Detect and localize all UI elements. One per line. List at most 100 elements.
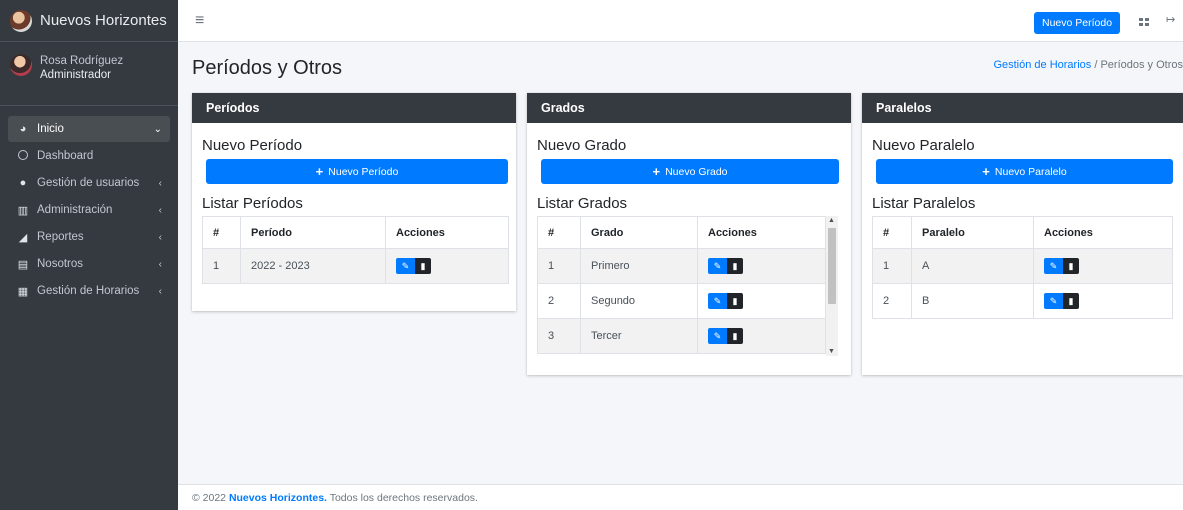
nuevo-periodo-top-button[interactable]: Nuevo Período	[1034, 12, 1121, 34]
button-label: Nuevo Grado	[665, 165, 728, 178]
row-number: 1	[872, 248, 912, 284]
listar-paralelos-title: Listar Paralelos	[872, 195, 976, 212]
row-number: 3	[537, 318, 581, 354]
nuevo-paralelo-button[interactable]: + Nuevo Paralelo	[876, 159, 1173, 184]
nuevo-periodo-title: Nuevo Período	[202, 137, 303, 154]
row-value: A	[911, 248, 1034, 284]
footer-brand-link[interactable]: Nuevos Horizontes.	[229, 492, 327, 504]
sidebar-item-gestion-horarios[interactable]: ▦ Gestión de Horarios ‹	[8, 278, 170, 304]
scrollbar[interactable]: ▲ ▼	[826, 216, 838, 356]
breadcrumb-link[interactable]: Gestión de Horarios	[993, 59, 1091, 71]
sidebar-item-inicio[interactable]: ◕ Inicio ⌄	[8, 116, 170, 142]
chevron-left-icon: ‹	[158, 177, 162, 189]
listar-periodos-title: Listar Períodos	[202, 195, 303, 212]
button-label: Nuevo Período	[328, 165, 399, 178]
user-role: Administrador	[40, 69, 111, 81]
chevron-left-icon: ‹	[158, 258, 162, 270]
edit-icon[interactable]: ✎	[708, 293, 727, 309]
row-value: Segundo	[580, 283, 698, 319]
card-header: Paralelos	[862, 93, 1183, 123]
sidebar-item-label: Nosotros	[37, 258, 84, 270]
sidebar-nav: ◕ Inicio ⌄ Dashboard ● Gestión de usuari…	[0, 106, 178, 304]
card-paralelos: Paralelos Nuevo Paralelo + Nuevo Paralel…	[862, 93, 1183, 375]
chart-area-icon: ◢	[18, 231, 28, 244]
trash-icon[interactable]: ▮	[727, 328, 743, 344]
edit-icon[interactable]: ✎	[396, 258, 415, 274]
column-header: Acciones	[697, 216, 826, 249]
edit-icon[interactable]: ✎	[1044, 293, 1063, 309]
chevron-left-icon: ‹	[158, 285, 162, 297]
footer-rights: Todos los derechos reservados.	[329, 492, 478, 504]
sidebar-item-dashboard[interactable]: Dashboard	[8, 143, 170, 169]
table-row: 2 B ✎ ▮	[872, 283, 1173, 319]
calendar-icon: ▦	[17, 285, 29, 298]
trash-icon[interactable]: ▮	[727, 258, 743, 274]
column-header: Paralelo	[911, 216, 1034, 249]
row-number: 1	[202, 248, 241, 284]
column-header: #	[537, 216, 581, 249]
footer-copyright: © 2022	[192, 492, 227, 504]
trash-icon[interactable]: ▮	[1063, 293, 1079, 309]
table-row: 3 Tercer ✎ ▮	[537, 318, 826, 354]
edit-icon[interactable]: ✎	[1044, 258, 1063, 274]
row-value: Tercer	[580, 318, 698, 354]
user-panel[interactable]: Rosa Rodríguez Administrador	[0, 42, 178, 106]
sidebar-item-reportes[interactable]: ◢ Reportes ‹	[8, 224, 170, 250]
table-row: 2 Segundo ✎ ▮	[537, 283, 826, 319]
university-icon: ▥	[17, 204, 29, 217]
breadcrumb-current: Períodos y Otros	[1100, 59, 1183, 71]
column-header: Acciones	[385, 216, 509, 249]
trash-icon[interactable]: ▮	[415, 258, 431, 274]
scroll-up-icon[interactable]: ▲	[828, 217, 835, 224]
grados-table: # Grado Acciones 1 Primero ✎ ▮ 2 Segundo …	[537, 216, 826, 354]
row-value: B	[911, 283, 1034, 319]
nuevo-grado-button[interactable]: + Nuevo Grado	[541, 159, 839, 184]
chevron-left-icon: ‹	[158, 204, 162, 216]
row-value: Primero	[580, 248, 698, 284]
logout-icon[interactable]: ↦	[1166, 13, 1175, 26]
card-grados: Grados Nuevo Grado + Nuevo Grado Listar …	[527, 93, 851, 375]
chevron-left-icon: ‹	[158, 231, 162, 243]
table-row: 1 2022 - 2023 ✎ ▮	[202, 248, 509, 284]
edit-icon[interactable]: ✎	[708, 328, 727, 344]
plus-icon: +	[652, 164, 661, 179]
trash-icon[interactable]: ▮	[727, 293, 743, 309]
row-value: 2022 - 2023	[240, 248, 386, 284]
scroll-thumb[interactable]	[828, 228, 836, 304]
trash-icon[interactable]: ▮	[1063, 258, 1079, 274]
sidebar-item-label: Dashboard	[37, 150, 94, 162]
plus-icon: +	[315, 164, 324, 179]
plus-icon: +	[982, 164, 990, 179]
sidebar-item-label: Administración	[37, 204, 113, 216]
brand-link[interactable]: Nuevos Horizontes	[0, 0, 178, 42]
table-row: 1 A ✎ ▮	[872, 248, 1173, 284]
topbar: ≡ Nuevo Período ↦	[178, 0, 1183, 42]
footer: © 2022 Nuevos Horizontes. Todos los dere…	[178, 484, 1183, 510]
circle-icon	[16, 149, 30, 163]
nuevo-periodo-button[interactable]: + Nuevo Período	[206, 159, 508, 184]
periodos-table: # Período Acciones 1 2022 - 2023 ✎ ▮	[202, 216, 509, 284]
user-name: Rosa Rodríguez	[40, 55, 124, 67]
column-header: Grado	[580, 216, 698, 249]
paralelos-table: # Paralelo Acciones 1 A ✎ ▮ 2 B ✎ ▮	[872, 216, 1173, 319]
sidebar-item-nosotros[interactable]: ▤ Nosotros ‹	[8, 251, 170, 277]
id-card-icon: ▤	[17, 258, 29, 271]
grados-scroll-area[interactable]: # Grado Acciones 1 Primero ✎ ▮ 2 Segundo …	[537, 216, 838, 356]
listar-grados-title: Listar Grados	[537, 195, 628, 212]
column-header: #	[872, 216, 912, 249]
scroll-down-icon[interactable]: ▼	[828, 348, 835, 355]
grid-icon[interactable]	[1139, 18, 1149, 26]
avatar	[10, 54, 32, 76]
menu-toggle-icon[interactable]: ≡	[195, 12, 204, 30]
nuevo-grado-title: Nuevo Grado	[537, 137, 627, 154]
chevron-down-icon: ⌄	[153, 123, 162, 135]
sidebar-item-administracion[interactable]: ▥ Administración ‹	[8, 197, 170, 223]
edit-icon[interactable]: ✎	[708, 258, 727, 274]
button-label: Nuevo Paralelo	[994, 165, 1067, 178]
column-header: Período	[240, 216, 386, 249]
sidebar-item-label: Gestión de Horarios	[37, 285, 140, 297]
sidebar-item-gestion-usuarios[interactable]: ● Gestión de usuarios ‹	[8, 170, 170, 196]
sidebar-item-label: Inicio	[37, 123, 64, 135]
card-header: Grados	[527, 93, 851, 123]
row-number: 1	[537, 248, 581, 284]
